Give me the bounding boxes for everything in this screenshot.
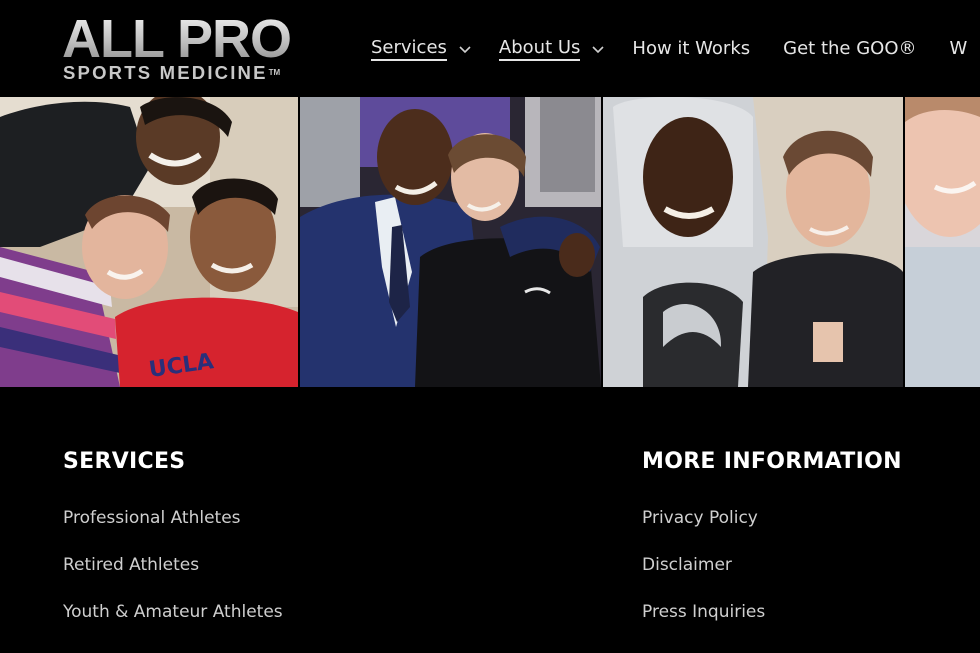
nav-item-label: About Us (498, 37, 581, 61)
nav-item-get-the-goo[interactable]: Get the GOO® (783, 37, 916, 61)
chevron-down-icon[interactable] (457, 41, 473, 57)
nav-item-truncated[interactable]: W (950, 37, 968, 61)
logo-subtitle: SPORTS MEDICINETM (63, 62, 281, 83)
nav-item-how-it-works[interactable]: How it Works (632, 37, 750, 61)
photo-strip: UCLA (0, 97, 980, 387)
nav-item-about-us[interactable]: About Us (498, 37, 607, 61)
site-header: ALL PRO SPORTS MEDICINETM Services About… (0, 0, 980, 97)
footer-heading-more-information: MORE INFORMATION (642, 449, 902, 474)
footer-column-services: SERVICES Professional Athletes Retired A… (63, 448, 283, 648)
logo[interactable]: ALL PRO SPORTS MEDICINETM (62, 12, 322, 84)
footer-link-privacy-policy[interactable]: Privacy Policy (642, 507, 902, 529)
footer-link-professional-athletes[interactable]: Professional Athletes (63, 507, 283, 529)
footer-link-disclaimer[interactable]: Disclaimer (642, 554, 902, 576)
logo-title: ALL PRO (62, 9, 292, 69)
photo-hoodie-man-and-woman (603, 97, 903, 387)
nav-item-services[interactable]: Services (371, 37, 473, 61)
photo-partial-face (905, 97, 980, 387)
footer-link-press-inquiries[interactable]: Press Inquiries (642, 601, 902, 623)
nav-item-label: W (949, 38, 968, 59)
main-nav: Services About Us How it Works Get the G… (371, 36, 980, 62)
nav-item-label: How it Works (632, 38, 751, 59)
nav-item-label: Services (371, 37, 447, 61)
footer-link-retired-athletes[interactable]: Retired Athletes (63, 554, 283, 576)
photo-suit-man-and-woman (300, 97, 601, 387)
logo-trademark: TM (268, 68, 281, 77)
nav-item-label: Get the GOO® (783, 38, 917, 59)
footer-link-youth-amateur-athletes[interactable]: Youth & Amateur Athletes (63, 601, 283, 623)
chevron-down-icon[interactable] (590, 41, 606, 57)
page: ALL PRO SPORTS MEDICINETM Services About… (0, 0, 980, 653)
footer-column-more-information: MORE INFORMATION Privacy Policy Disclaim… (642, 448, 902, 648)
photo-selfie-group: UCLA (0, 97, 298, 387)
footer-heading-services: SERVICES (63, 449, 186, 474)
